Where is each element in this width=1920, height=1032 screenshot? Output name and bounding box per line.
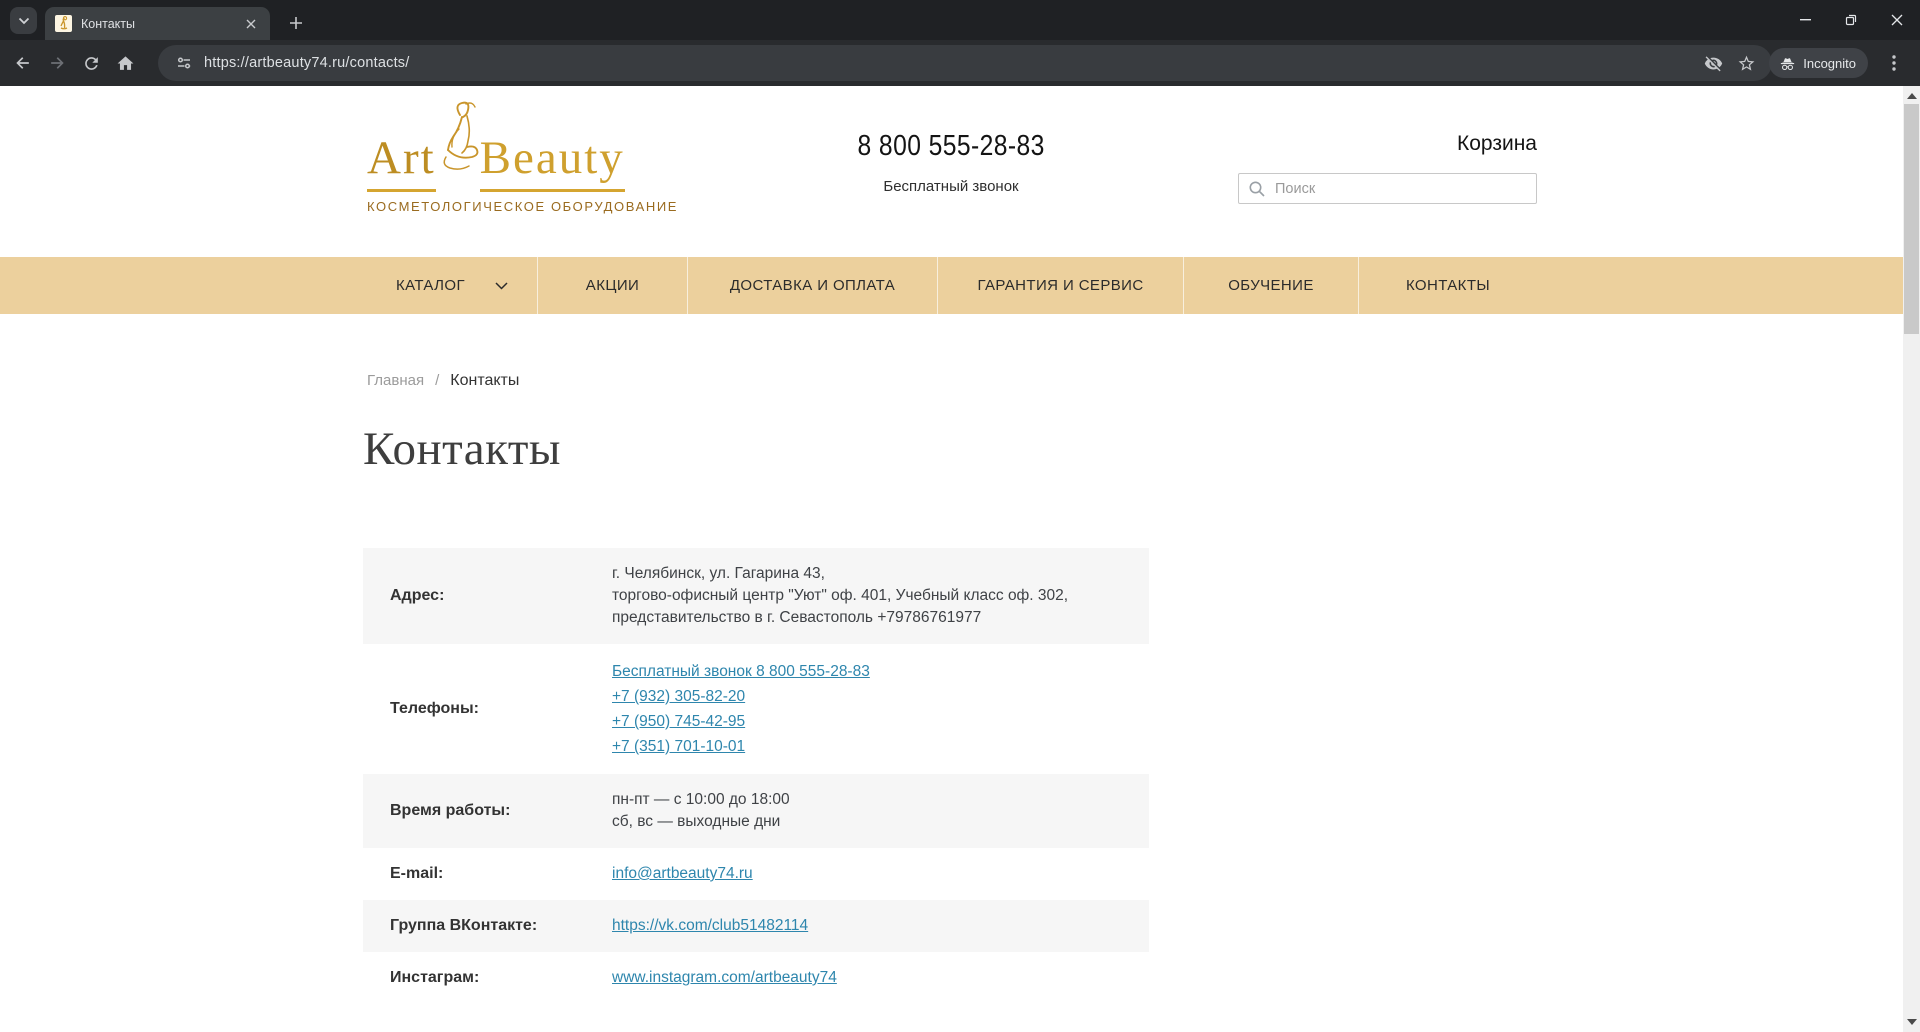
- table-row-address: Адрес: г. Челябинск, ул. Гагарина 43, то…: [363, 548, 1149, 644]
- plus-icon: [289, 16, 303, 30]
- logo-word-beauty: Beauty: [480, 135, 625, 192]
- site-logo[interactable]: Art Beauty КОСМЕТОЛОГИЧЕСКОЕ ОБОРУДОВАНИ…: [367, 100, 669, 214]
- phone-link-3[interactable]: +7 (351) 701-10-01: [612, 738, 745, 755]
- new-tab-button[interactable]: [283, 10, 309, 36]
- restore-icon: [1845, 14, 1857, 26]
- table-row-vk: Группа ВКонтакте: https://vk.com/club514…: [363, 900, 1149, 952]
- phone-number: 8 800 555-28-83: [857, 130, 1044, 163]
- address-bar[interactable]: https://artbeauty74.ru/contacts/: [158, 45, 1772, 81]
- logo-tagline: КОСМЕТОЛОГИЧЕСКОЕ ОБОРУДОВАНИЕ: [367, 199, 669, 214]
- tab-search-button[interactable]: [10, 7, 37, 34]
- tab-title: Контакты: [81, 17, 242, 31]
- home-button[interactable]: [108, 46, 142, 80]
- email-label: E-mail:: [363, 850, 612, 898]
- nav-item-delivery[interactable]: ДОСТАВКА И ОПЛАТА: [688, 257, 938, 314]
- vk-label: Группа ВКонтакте:: [363, 902, 612, 950]
- vk-value: https://vk.com/club51482114: [612, 900, 1149, 952]
- email-link[interactable]: info@artbeauty74.ru: [612, 865, 753, 882]
- instagram-value: www.instagram.com/artbeauty74: [612, 952, 1149, 1004]
- page-title: Контакты: [363, 422, 561, 476]
- hours-label: Время работы:: [363, 787, 612, 835]
- chevron-down-icon: [495, 282, 508, 290]
- breadcrumb-home-link[interactable]: Главная: [367, 372, 424, 389]
- eye-off-icon[interactable]: [1704, 54, 1723, 73]
- three-dots-icon: [1892, 55, 1896, 71]
- woman-figure-icon: [426, 100, 488, 196]
- browser-menu-button[interactable]: [1880, 48, 1908, 78]
- phones-value: Бесплатный звонок 8 800 555-28-83 +7 (93…: [612, 644, 1149, 774]
- table-row-instagram: Инстаграм: www.instagram.com/artbeauty74: [363, 952, 1149, 1004]
- art-beauty-favicon: [55, 15, 72, 32]
- breadcrumb-separator: /: [435, 372, 439, 389]
- home-icon: [116, 54, 135, 73]
- address-label: Адрес:: [363, 572, 612, 620]
- minimize-icon: [1800, 19, 1811, 21]
- scrollbar-thumb[interactable]: [1904, 104, 1919, 334]
- page-content: Art Beauty КОСМЕТОЛОГИЧЕСКОЕ ОБОРУДОВАНИ…: [0, 86, 1920, 1032]
- search-input[interactable]: [1275, 181, 1527, 197]
- hours-value: пн-пт — с 10:00 до 18:00 сб, вс — выходн…: [612, 774, 1149, 848]
- reload-button[interactable]: [74, 46, 108, 80]
- close-icon: [1891, 14, 1903, 26]
- site-info-icon[interactable]: [172, 51, 196, 75]
- phone-link-2[interactable]: +7 (950) 745-42-95: [612, 713, 745, 730]
- browser-tab-contacts[interactable]: Контакты: [45, 7, 270, 40]
- back-icon: [13, 53, 33, 73]
- page-scrollbar[interactable]: [1903, 86, 1920, 1032]
- phone-link-freecall[interactable]: Бесплатный звонок 8 800 555-28-83: [612, 663, 870, 680]
- window-minimize-button[interactable]: [1782, 0, 1828, 40]
- nav-item-contacts[interactable]: КОНТАКТЫ: [1359, 257, 1537, 314]
- breadcrumb: Главная / Контакты: [367, 372, 519, 390]
- window-restore-button[interactable]: [1828, 0, 1874, 40]
- instagram-label: Инстаграм:: [363, 954, 612, 1002]
- browser-tab-strip: Контакты: [0, 0, 1920, 40]
- bookmark-star-icon[interactable]: [1737, 54, 1756, 73]
- forward-button[interactable]: [40, 46, 74, 80]
- phone-note: Бесплатный звонок: [780, 178, 1122, 195]
- main-navigation: КАТАЛОГ АКЦИИ ДОСТАВКА И ОПЛАТА ГАРАНТИЯ…: [0, 257, 1903, 314]
- header-phone-block: 8 800 555-28-83 Бесплатный звонок: [780, 130, 1122, 195]
- incognito-icon: [1779, 56, 1796, 71]
- incognito-badge: Incognito: [1769, 48, 1868, 78]
- table-row-hours: Время работы: пн-пт — с 10:00 до 18:00 с…: [363, 774, 1149, 848]
- forward-icon: [47, 53, 67, 73]
- breadcrumb-current: Контакты: [450, 372, 519, 390]
- back-button[interactable]: [6, 46, 40, 80]
- tab-close-icon[interactable]: [242, 15, 260, 33]
- address-value: г. Челябинск, ул. Гагарина 43, торгово-о…: [612, 548, 1149, 644]
- nav-item-training[interactable]: ОБУЧЕНИЕ: [1184, 257, 1359, 314]
- url-text[interactable]: https://artbeauty74.ru/contacts/: [204, 55, 1704, 71]
- search-box[interactable]: [1238, 173, 1537, 204]
- scrollbar-up-arrow[interactable]: [1907, 93, 1917, 99]
- cart-link[interactable]: Корзина: [1380, 132, 1537, 156]
- scrollbar-down-arrow[interactable]: [1907, 1019, 1917, 1025]
- phones-label: Телефоны:: [363, 685, 612, 733]
- search-icon: [1248, 180, 1266, 198]
- window-controls: [1782, 0, 1920, 40]
- nav-item-catalog[interactable]: КАТАЛОГ: [367, 257, 538, 314]
- nav-item-promotions[interactable]: АКЦИИ: [538, 257, 688, 314]
- table-row-phones: Телефоны: Бесплатный звонок 8 800 555-28…: [363, 644, 1149, 774]
- nav-item-warranty[interactable]: ГАРАНТИЯ И СЕРВИС: [938, 257, 1184, 314]
- contacts-table: Адрес: г. Челябинск, ул. Гагарина 43, то…: [363, 548, 1149, 1004]
- phone-link-1[interactable]: +7 (932) 305-82-20: [612, 688, 745, 705]
- reload-icon: [82, 54, 101, 73]
- window-close-button[interactable]: [1874, 0, 1920, 40]
- instagram-link[interactable]: www.instagram.com/artbeauty74: [612, 969, 837, 986]
- vk-link[interactable]: https://vk.com/club51482114: [612, 917, 808, 934]
- incognito-label: Incognito: [1803, 56, 1856, 71]
- chevron-down-icon: [18, 17, 30, 25]
- table-row-email: E-mail: info@artbeauty74.ru: [363, 848, 1149, 900]
- email-value: info@artbeauty74.ru: [612, 848, 1149, 900]
